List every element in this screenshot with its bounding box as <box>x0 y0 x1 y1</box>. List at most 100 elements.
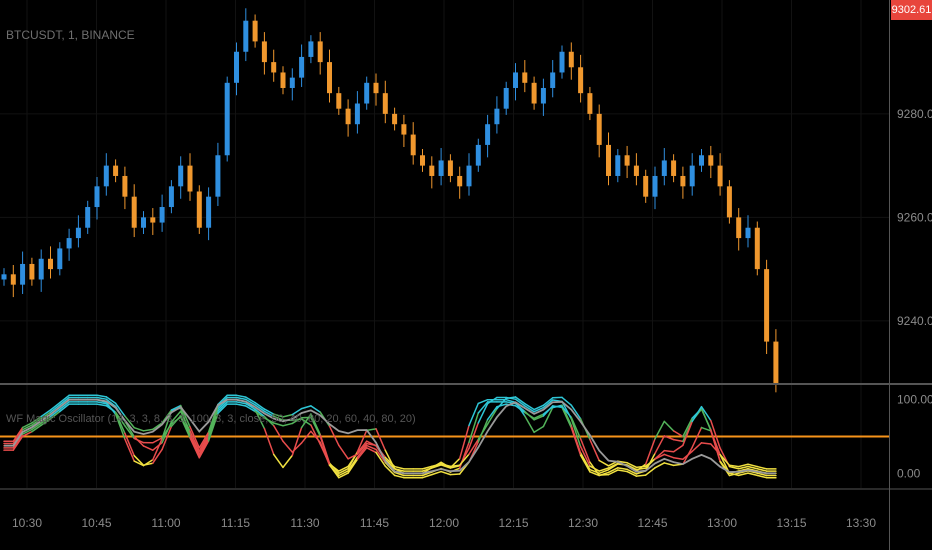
candle-body <box>168 186 174 208</box>
candle-body <box>29 263 35 280</box>
osc-line-segment <box>635 465 647 469</box>
last-price-badge: 9302.61 <box>891 0 932 20</box>
osc-line-segment <box>617 467 628 471</box>
candle-body <box>606 144 611 176</box>
osc-y-tick-label: 0.00 <box>897 466 921 480</box>
osc-line-segment <box>598 459 610 467</box>
candle-body <box>299 56 305 78</box>
candle-body <box>206 196 212 228</box>
osc-line-segment <box>263 427 275 456</box>
candle-body <box>345 108 351 125</box>
y-tick-label: 9280.00 <box>897 107 932 121</box>
osc-line-segment <box>96 396 108 400</box>
candle-body <box>587 93 593 114</box>
y-tick-label: 9260.00 <box>897 210 932 224</box>
candle-body <box>671 160 677 176</box>
candle-body <box>736 217 742 239</box>
candle-body <box>745 227 751 239</box>
candle-body <box>178 165 184 187</box>
candle-body <box>596 113 602 145</box>
x-tick-label: 10:30 <box>12 516 42 530</box>
x-tick-label: 12:00 <box>429 516 459 530</box>
osc-line-segment <box>319 435 331 466</box>
candle-body <box>38 258 44 280</box>
candle-body <box>113 165 119 176</box>
osc-line-segment <box>124 438 135 462</box>
osc-line-segment <box>663 420 675 432</box>
candle-body <box>513 72 518 88</box>
candle-body <box>280 72 286 88</box>
osc-line-segment <box>486 396 498 405</box>
candle-body <box>429 165 435 176</box>
osc-line-segment <box>691 405 703 423</box>
x-tick-label: 13:00 <box>707 516 737 530</box>
candle-body <box>57 248 63 270</box>
candle-body <box>382 93 388 114</box>
candle-body <box>420 155 425 166</box>
osc-line-segment <box>96 394 108 398</box>
osc-line-segment <box>617 469 628 473</box>
candle-body <box>540 87 546 104</box>
candle-body <box>531 82 537 104</box>
candle-body <box>699 155 704 166</box>
candle-body <box>568 51 574 68</box>
candle-body <box>615 155 621 176</box>
candle-body <box>466 165 472 187</box>
candle-body <box>141 217 146 228</box>
candle-body <box>475 144 481 166</box>
osc-line-segment <box>272 453 284 469</box>
candle-body <box>261 41 267 63</box>
osc-line-segment <box>235 394 247 398</box>
candle-body <box>773 341 779 383</box>
x-tick-label: 11:45 <box>360 516 389 530</box>
candle-body <box>308 41 314 57</box>
symbol-label: BTCUSDT, 1, BINANCE <box>6 28 135 42</box>
candle-body <box>578 67 584 94</box>
y-tick-label: 9240.00 <box>897 314 932 328</box>
candle-body <box>1 274 7 280</box>
candle-body <box>94 186 100 208</box>
candle-body <box>317 41 323 63</box>
candle-body <box>122 175 128 197</box>
candle-body <box>438 160 444 176</box>
candle-body <box>522 72 528 83</box>
candle-body <box>271 62 277 73</box>
osc-line-segment <box>635 474 647 477</box>
osc-line-segment <box>142 445 154 451</box>
osc-line-segment <box>282 440 294 453</box>
candle-body <box>196 191 202 228</box>
candle-body <box>726 186 732 218</box>
osc-line-segment <box>672 444 684 453</box>
candle-body <box>754 227 760 270</box>
candle-body <box>354 103 360 125</box>
candle-body <box>252 20 258 42</box>
candle-body <box>20 263 26 285</box>
candle-body <box>289 77 295 88</box>
osc-line-segment <box>142 462 154 466</box>
osc-line-segment <box>282 454 294 469</box>
candle-body <box>159 207 165 223</box>
osc-line-segment <box>338 444 349 460</box>
candle-body <box>643 175 649 197</box>
candle-body <box>10 274 16 285</box>
candle-body <box>373 82 379 94</box>
osc-line-segment <box>272 424 284 443</box>
x-tick-label: 10:45 <box>81 516 111 530</box>
candle-body <box>457 175 463 187</box>
indicator-label: WF Magic Oscillator (14, 3, 3, 8, 3, 3, … <box>6 413 416 425</box>
osc-line-segment <box>672 456 684 460</box>
chart-canvas[interactable]: 10:30 10:45 11:00 11:15 11:30 11:45 12:00 12:15… <box>0 0 932 550</box>
candle-body <box>410 134 416 156</box>
candle-body <box>661 160 667 176</box>
candle-body <box>503 87 509 109</box>
price-candles[interactable] <box>1 8 779 393</box>
x-tick-label: 11:30 <box>290 516 319 530</box>
candle-body <box>327 62 332 94</box>
x-tick-label: 12:45 <box>637 516 667 530</box>
candle-body <box>680 175 686 187</box>
osc-line-segment <box>654 435 666 455</box>
osc-y-tick-label: 100.00 <box>897 393 932 407</box>
candle-body <box>243 20 249 52</box>
osc-line-segment <box>300 405 312 410</box>
osc-line-segment <box>449 473 461 476</box>
